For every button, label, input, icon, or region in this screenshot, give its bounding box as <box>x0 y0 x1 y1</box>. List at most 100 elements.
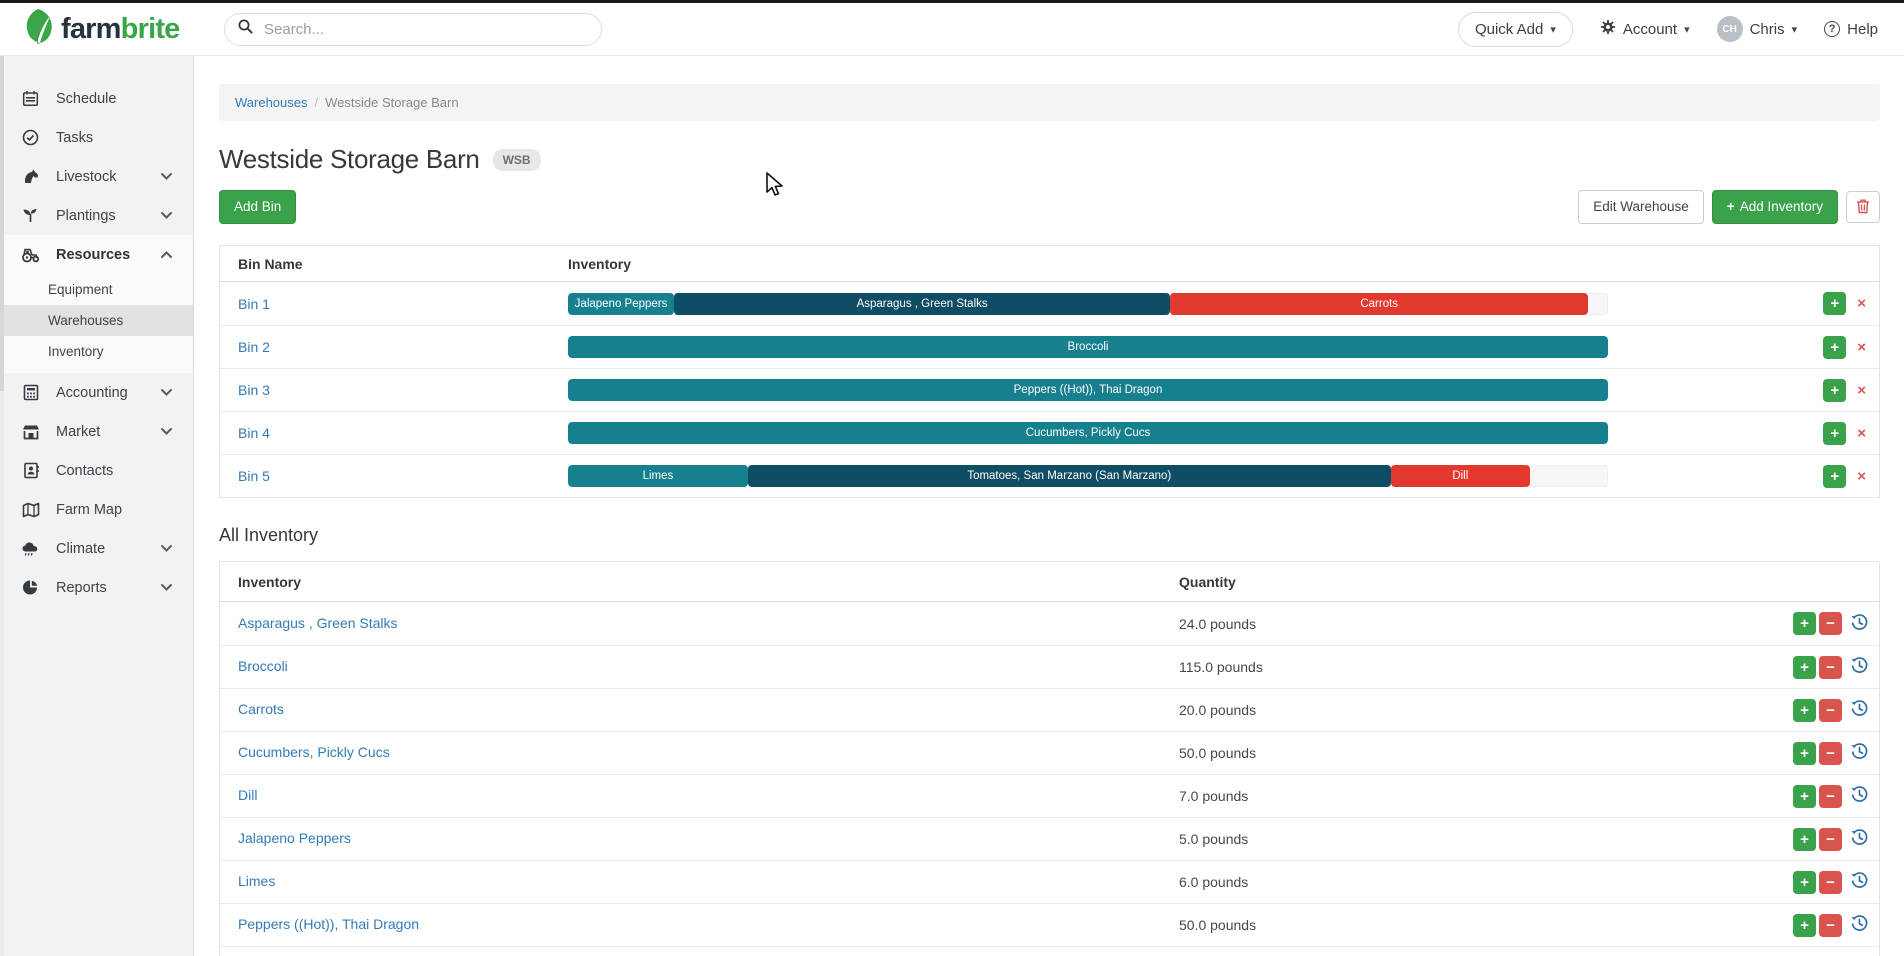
add-bin-button[interactable]: Add Bin <box>219 190 297 225</box>
breadcrumb-separator: / <box>314 95 319 110</box>
bin-add-inventory-button[interactable]: + <box>1823 335 1847 359</box>
bin-link-bin-1[interactable]: Bin 1 <box>238 296 270 312</box>
inventory-quantity: 24.0 pounds <box>1179 615 1257 632</box>
inventory-history-button[interactable] <box>1850 699 1869 721</box>
bin-add-inventory-button[interactable]: + <box>1823 421 1847 445</box>
inventory-history-button[interactable] <box>1850 785 1869 807</box>
bin-remove-button[interactable]: × <box>1857 295 1866 312</box>
inventory-link-jalapeno-peppers[interactable]: Jalapeno Peppers <box>238 830 351 846</box>
bin-segment-cucumbers-pickly-cucs[interactable]: Cucumbers, Pickly Cucs <box>568 422 1608 445</box>
bin-segment-broccoli[interactable]: Broccoli <box>568 336 1608 359</box>
inventory-link-broccoli[interactable]: Broccoli <box>238 658 288 674</box>
search-box[interactable] <box>224 12 602 46</box>
inventory-remove-button[interactable]: − <box>1819 870 1842 894</box>
inventory-row-actions: + − <box>1793 741 1879 765</box>
sidebar-item-label: Market <box>56 423 101 440</box>
inventory-add-button[interactable]: + <box>1793 698 1816 722</box>
scrollbar-thumb[interactable] <box>0 56 4 391</box>
inventory-history-button[interactable] <box>1850 914 1869 936</box>
history-icon <box>1850 613 1869 635</box>
inventory-remove-button[interactable]: − <box>1819 612 1842 636</box>
account-menu[interactable]: Account ▾ <box>1600 19 1690 39</box>
sidebar-item-label: Plantings <box>56 207 116 224</box>
search-input[interactable] <box>262 19 588 39</box>
sidebar-item-equipment[interactable]: Equipment <box>0 274 193 305</box>
sidebar-item-contacts[interactable]: Contacts <box>0 451 193 490</box>
inventory-remove-button[interactable]: − <box>1819 698 1842 722</box>
edit-warehouse-button[interactable]: Edit Warehouse <box>1578 190 1704 225</box>
sidebar-item-farm-map[interactable]: Farm Map <box>0 490 193 529</box>
caret-down-icon: ▾ <box>1550 23 1556 36</box>
bin-link-bin-2[interactable]: Bin 2 <box>238 339 270 355</box>
bin-segment-dill[interactable]: Dill <box>1390 465 1530 488</box>
sidebar-item-reports[interactable]: Reports <box>0 568 193 607</box>
breadcrumb-warehouses-link[interactable]: Warehouses <box>235 95 308 110</box>
inventory-history-button[interactable] <box>1850 828 1869 850</box>
bin-remove-button[interactable]: × <box>1857 382 1866 399</box>
inventory-add-button[interactable]: + <box>1793 827 1816 851</box>
bin-add-inventory-button[interactable]: + <box>1823 378 1847 402</box>
sidebar-item-tasks[interactable]: Tasks <box>0 118 193 157</box>
quick-add-button[interactable]: Quick Add ▾ <box>1457 11 1573 47</box>
inventory-link-asparagus-green-stalks[interactable]: Asparagus , Green Stalks <box>238 615 398 631</box>
inventory-add-button[interactable]: + <box>1793 655 1816 679</box>
sidebar-item-warehouses[interactable]: Warehouses <box>0 305 193 336</box>
bin-segment-tomatoes-san-marzano-san-marzano[interactable]: Tomatoes, San Marzano (San Marzano) <box>747 465 1391 488</box>
inventory-name-cell: Carrots <box>220 701 1179 719</box>
bin-link-bin-4[interactable]: Bin 4 <box>238 425 270 441</box>
sidebar-item-resources[interactable]: Resources <box>0 235 193 274</box>
sidebar-scrollbar[interactable] <box>0 56 4 956</box>
inventory-add-button[interactable]: + <box>1793 741 1816 765</box>
inventory-row: Jalapeno Peppers 5.0 pounds + − <box>220 817 1879 860</box>
sidebar-item-inventory[interactable]: Inventory <box>0 336 193 367</box>
sidebar-item-climate[interactable]: Climate <box>0 529 193 568</box>
user-menu[interactable]: CH Chris ▾ <box>1716 16 1797 42</box>
inventory-history-button[interactable] <box>1850 656 1869 678</box>
inventory-add-button[interactable]: + <box>1793 784 1816 808</box>
bin-segment-asparagus-green-stalks[interactable]: Asparagus , Green Stalks <box>674 292 1171 315</box>
chevron-up-icon <box>160 250 173 259</box>
sidebar-item-market[interactable]: Market <box>0 412 193 451</box>
bin-remove-button[interactable]: × <box>1857 468 1866 485</box>
inventory-history-button[interactable] <box>1850 742 1869 764</box>
delete-warehouse-button[interactable] <box>1846 191 1880 224</box>
inventory-history-button[interactable] <box>1850 613 1869 635</box>
inventory-history-button[interactable] <box>1850 871 1869 893</box>
help-link[interactable]: ? Help <box>1824 21 1878 38</box>
add-inventory-button[interactable]: + Add Inventory <box>1711 190 1838 225</box>
sidebar-item-label: Schedule <box>56 90 117 107</box>
sidebar-item-livestock[interactable]: Livestock <box>0 157 193 196</box>
bin-remove-button[interactable]: × <box>1857 425 1866 442</box>
bin-segment-carrots[interactable]: Carrots <box>1170 292 1589 315</box>
inventory-add-button[interactable]: + <box>1793 612 1816 636</box>
inventory-link-limes[interactable]: Limes <box>238 873 275 889</box>
inventory-remove-button[interactable]: − <box>1819 741 1842 765</box>
inventory-link-cucumbers-pickly-cucs[interactable]: Cucumbers, Pickly Cucs <box>238 744 390 760</box>
bin-link-bin-5[interactable]: Bin 5 <box>238 468 270 484</box>
bin-add-inventory-button[interactable]: + <box>1823 464 1847 488</box>
inventory-add-button[interactable]: + <box>1793 870 1816 894</box>
inventory-remove-button[interactable]: − <box>1819 655 1842 679</box>
inventory-remove-button[interactable]: − <box>1819 913 1842 937</box>
bin-add-inventory-button[interactable]: + <box>1823 292 1847 316</box>
bin-remove-button[interactable]: × <box>1857 339 1866 356</box>
sidebar-item-schedule[interactable]: Schedule <box>0 79 193 118</box>
inventory-link-carrots[interactable]: Carrots <box>238 701 284 717</box>
inventory-row-actions: + − <box>1793 913 1879 937</box>
sidebar-item-plantings[interactable]: Plantings <box>0 196 193 235</box>
inventory-remove-button[interactable]: − <box>1819 827 1842 851</box>
inventory-add-button[interactable]: + <box>1793 913 1816 937</box>
bin-segment-jalapeno-peppers[interactable]: Jalapeno Peppers <box>568 292 675 315</box>
inventory-remove-button[interactable]: − <box>1819 784 1842 808</box>
inventory-header-name: Inventory <box>238 573 302 590</box>
leaf-logo-icon <box>24 8 54 51</box>
farmbrite-logo[interactable]: farmbrite <box>24 8 200 51</box>
chevron-down-icon <box>160 544 173 553</box>
bin-segment-limes[interactable]: Limes <box>568 465 748 488</box>
chevron-down-icon <box>160 427 173 436</box>
bin-link-bin-3[interactable]: Bin 3 <box>238 382 270 398</box>
inventory-link-peppers-hot-thai-dragon[interactable]: Peppers ((Hot)), Thai Dragon <box>238 916 419 932</box>
bin-segment-peppers-hot-thai-dragon[interactable]: Peppers ((Hot)), Thai Dragon <box>568 379 1608 402</box>
sidebar-item-accounting[interactable]: Accounting <box>0 373 193 412</box>
inventory-link-dill[interactable]: Dill <box>238 787 257 803</box>
